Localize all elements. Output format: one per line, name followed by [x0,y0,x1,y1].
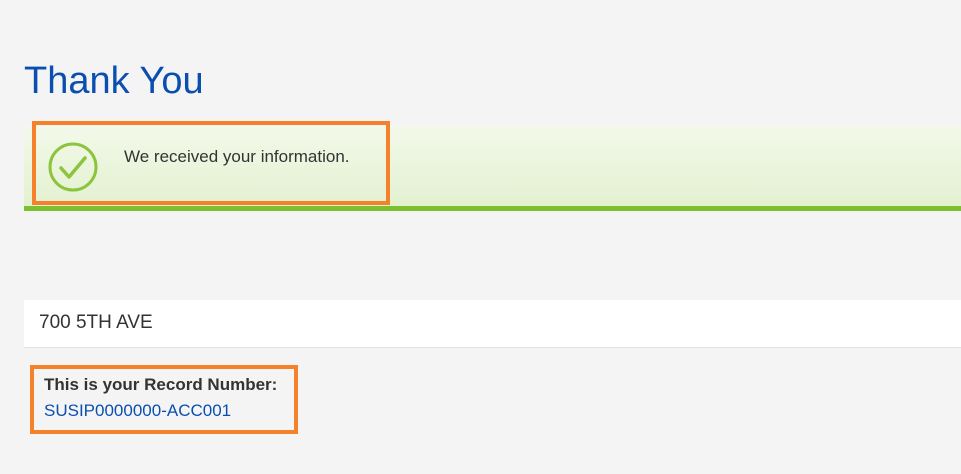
record-number-label: This is your Record Number: [44,375,278,394]
success-banner: We received your information. [24,126,961,211]
address-line: 700 5TH AVE [39,312,153,333]
record-number-link[interactable]: SUSIP0000000-ACC001 [44,400,231,422]
page-title: Thank You [24,60,204,102]
check-circle-icon [48,142,98,192]
address-panel: 700 5TH AVE [24,300,961,348]
success-message: We received your information. [124,147,350,166]
